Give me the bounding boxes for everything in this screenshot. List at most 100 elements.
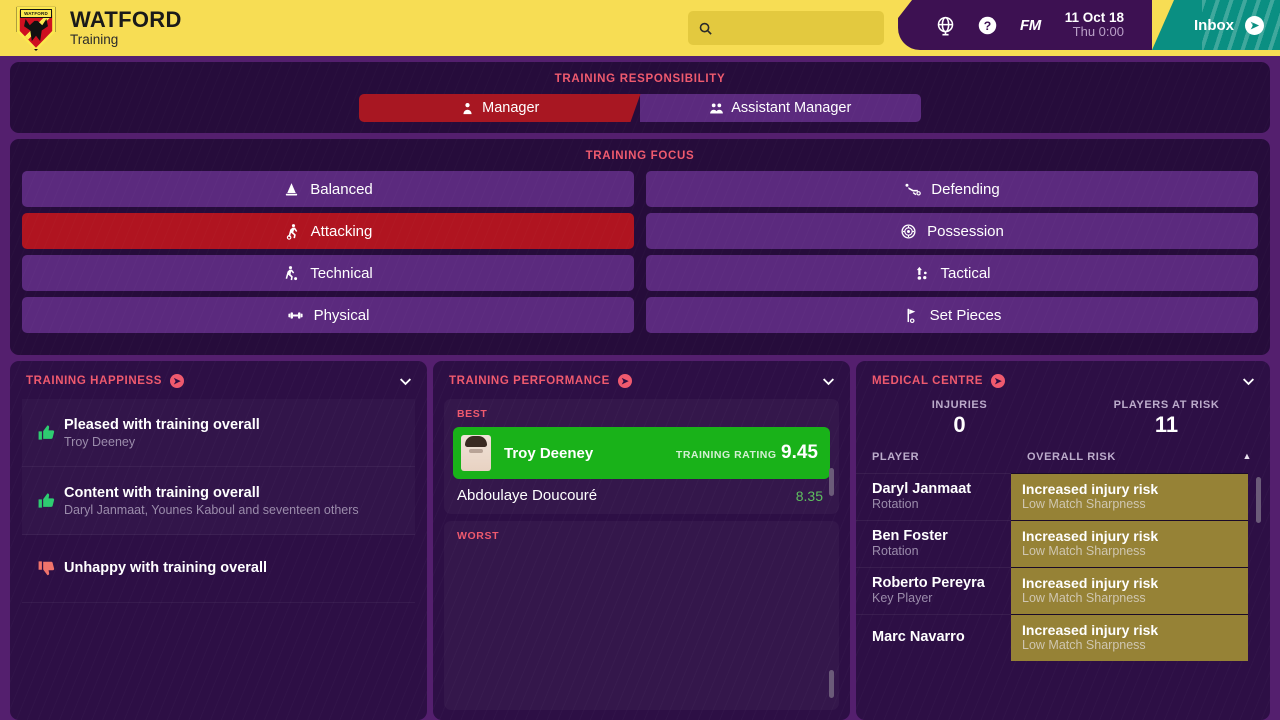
list-item[interactable]: Content with training overall Daryl Janm…	[22, 467, 415, 535]
globe-icon[interactable]	[924, 0, 966, 50]
risk-title: Increased injury risk	[1022, 621, 1159, 638]
happiness-status: Pleased with training overall	[64, 416, 260, 433]
inbox-button[interactable]: Inbox ➤	[1152, 0, 1280, 50]
scales-icon	[286, 182, 298, 195]
performance-row[interactable]: Abdoulaye Doucouré 8.35	[444, 479, 839, 514]
medical-centre-panel: MEDICAL CENTRE ➤ INJURIES 0 PLAYERS AT R…	[856, 361, 1270, 720]
focus-button-technical-label: Technical	[310, 264, 373, 282]
player-name: Marc Navarro	[872, 629, 965, 646]
player-name: Daryl Janmaat	[872, 480, 972, 497]
thumbs-up-icon	[28, 491, 64, 510]
training-happiness-header: TRAINING HAPPINESS ➤	[10, 361, 427, 399]
responsibility-option-manager-label: Manager	[482, 100, 540, 116]
responsibility-option-assistant-manager-label: Assistant Manager	[731, 100, 852, 116]
medical-table-header: PLAYER OVERALL RISK ▲	[856, 451, 1270, 473]
training-performance-header: TRAINING PERFORMANCE ➤	[433, 361, 850, 399]
training-responsibility-card: TRAINING RESPONSIBILITY Manager Assistan…	[10, 62, 1270, 133]
player-name: Ben Foster	[872, 527, 948, 544]
crest-band-label: WATFORD	[20, 9, 52, 18]
svg-text:?: ?	[983, 19, 990, 33]
dribble-icon	[285, 265, 298, 280]
focus-button-defending-label: Defending	[931, 180, 1000, 198]
search-input[interactable]	[720, 20, 875, 36]
worst-list-scrollbar[interactable]	[829, 670, 834, 698]
training-rating-value: 9.45	[781, 442, 818, 463]
player-role: Rotation	[872, 544, 919, 559]
shooting-icon	[286, 223, 297, 240]
best-performer-row[interactable]: Troy Deeney TRAINING RATING 9.45	[453, 427, 830, 479]
focus-button-tactical-label: Tactical	[940, 264, 991, 282]
performance-best-box: BEST Troy Deeney TRAINING RATING 9.45 Ab…	[444, 399, 839, 514]
best-performer-name: Troy Deeney	[504, 444, 594, 462]
list-item[interactable]: Pleased with training overall Troy Deene…	[22, 399, 415, 467]
risk-reason: Low Match Sharpness	[1022, 544, 1146, 559]
table-row[interactable]: Daryl Janmaat Rotation Increased injury …	[856, 472, 1270, 520]
club-title-block: WATFORD Training	[70, 8, 182, 49]
focus-button-balanced[interactable]: Balanced	[22, 171, 634, 207]
stat-injuries-value: 0	[953, 412, 966, 437]
arrow-right-icon[interactable]: ➤	[991, 374, 1006, 388]
training-performance-title: TRAINING PERFORMANCE	[449, 375, 610, 387]
training-performance-panel: TRAINING PERFORMANCE ➤ BEST Troy Deeney …	[433, 361, 850, 720]
training-focus-card: TRAINING FOCUS Balanced Defending Attack…	[10, 139, 1270, 355]
arrows-icon	[917, 266, 928, 280]
player-role: Key Player	[872, 591, 933, 606]
game-date-day: 11 Oct 18	[1064, 9, 1124, 25]
table-cell-player: Ben Foster Rotation	[856, 519, 1011, 567]
focus-button-defending[interactable]: Defending	[646, 171, 1258, 207]
person-icon	[460, 101, 475, 116]
happiness-status: Unhappy with training overall	[64, 559, 268, 576]
sort-ascending-icon[interactable]: ▲	[1242, 451, 1252, 463]
happiness-players: Daryl Janmaat, Younes Kaboul and sevente…	[64, 502, 359, 517]
training-happiness-list: Pleased with training overall Troy Deene…	[10, 399, 427, 603]
column-header-overall-risk[interactable]: OVERALL RISK	[1027, 451, 1242, 463]
column-header-player[interactable]: PLAYER	[872, 451, 1027, 463]
search-box[interactable]	[688, 11, 885, 45]
club-name: WATFORD	[70, 6, 182, 32]
medical-list-scrollbar[interactable]	[1256, 476, 1261, 523]
risk-title: Increased injury risk	[1022, 480, 1159, 497]
collapse-chevron-icon[interactable]	[396, 372, 414, 390]
medical-table-body: Daryl Janmaat Rotation Increased injury …	[856, 472, 1270, 720]
table-cell-player: Daryl Janmaat Rotation	[856, 472, 1011, 520]
training-responsibility-heading: TRAINING RESPONSIBILITY	[554, 73, 726, 85]
corner-flag-icon	[907, 308, 915, 323]
thumbs-down-icon	[28, 559, 64, 578]
help-icon[interactable]: ?	[966, 0, 1008, 50]
inbox-label: Inbox	[1194, 16, 1234, 34]
happiness-status: Content with training overall	[64, 484, 260, 501]
fm-logo[interactable]: FM	[1008, 17, 1053, 34]
training-performance-body: BEST Troy Deeney TRAINING RATING 9.45 Ab…	[433, 399, 850, 720]
focus-button-physical[interactable]: Physical	[22, 297, 634, 333]
focus-button-tactical[interactable]: Tactical	[646, 255, 1258, 291]
focus-button-possession-label: Possession	[927, 222, 1004, 240]
table-row[interactable]: Roberto Pereyra Key Player Increased inj…	[856, 566, 1270, 614]
arrow-right-icon[interactable]: ➤	[170, 374, 185, 388]
focus-button-attacking[interactable]: Attacking	[22, 213, 634, 249]
focus-button-attacking-label: Attacking	[310, 222, 373, 240]
table-row[interactable]: Marc Navarro Increased injury risk Low M…	[856, 613, 1270, 661]
collapse-chevron-icon[interactable]	[819, 372, 837, 390]
focus-button-technical[interactable]: Technical	[22, 255, 634, 291]
happiness-players: Troy Deeney	[64, 434, 136, 449]
focus-button-set-pieces[interactable]: Set Pieces	[646, 297, 1258, 333]
search-icon	[699, 22, 712, 35]
collapse-chevron-icon[interactable]	[1239, 372, 1257, 390]
focus-button-balanced-label: Balanced	[310, 180, 373, 198]
focus-button-possession[interactable]: Possession	[646, 213, 1258, 249]
responsibility-option-manager[interactable]: Manager	[359, 94, 641, 122]
player-avatar	[461, 435, 491, 471]
table-cell-risk: Increased injury risk Low Match Sharpnes…	[1011, 519, 1248, 567]
app-header: WATFORD WATFORD Training ? FM 11 Oct 18 …	[0, 0, 1280, 56]
training-focus-heading: TRAINING FOCUS	[585, 150, 695, 162]
club-crest-icon: WATFORD	[15, 5, 57, 51]
risk-title: Increased injury risk	[1022, 527, 1159, 544]
performance-worst-box: WORST	[444, 521, 839, 710]
table-row[interactable]: Ben Foster Rotation Increased injury ris…	[856, 519, 1270, 567]
arrow-right-icon[interactable]: ➤	[617, 374, 632, 388]
list-item-text: Pleased with training overall Troy Deene…	[64, 417, 260, 449]
medical-centre-header: MEDICAL CENTRE ➤	[856, 361, 1270, 399]
list-item[interactable]: Unhappy with training overall	[22, 535, 415, 603]
best-list-scrollbar[interactable]	[829, 468, 834, 496]
responsibility-option-assistant-manager[interactable]: Assistant Manager	[639, 94, 921, 122]
